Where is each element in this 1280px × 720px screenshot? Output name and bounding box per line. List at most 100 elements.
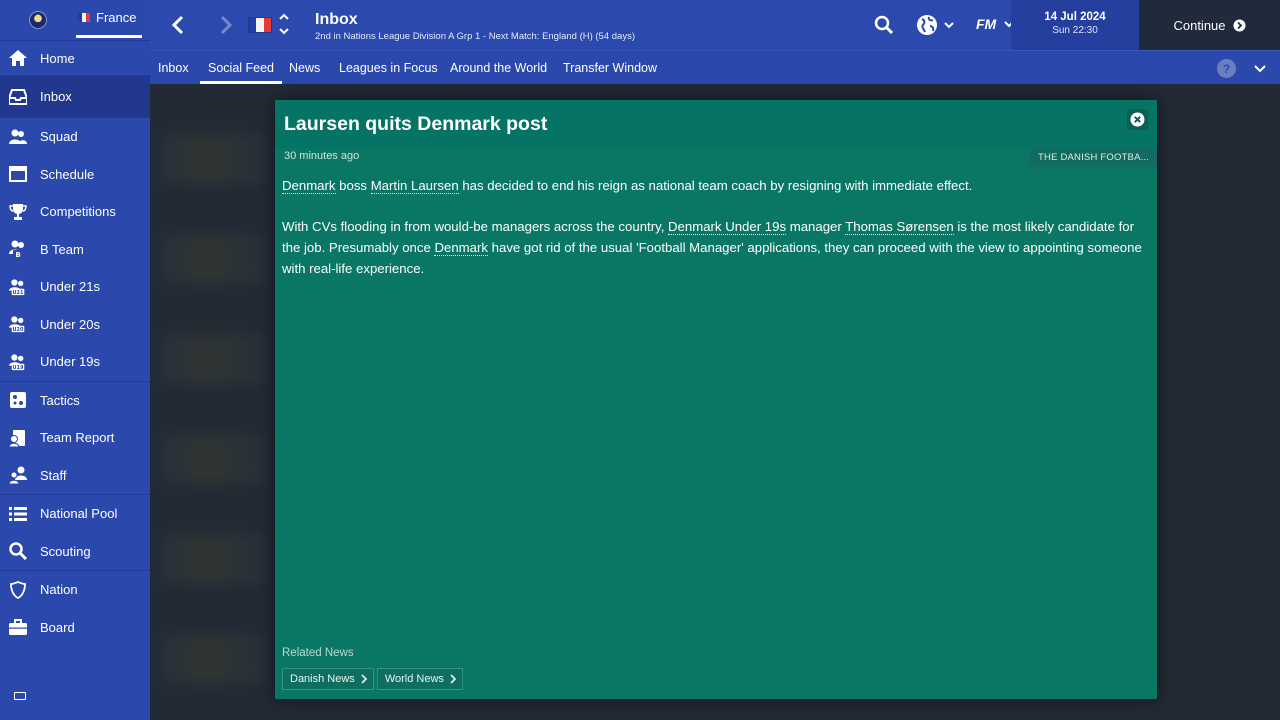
sidebar-item-nation[interactable]: Nation (0, 571, 150, 609)
sidebar-item-label: Schedule (40, 166, 95, 182)
country-label: France (96, 10, 137, 25)
help-icon[interactable]: ? (1217, 59, 1236, 78)
trophy-icon (9, 203, 27, 221)
sidebar-item-under-20s[interactable]: U20 Under 20s (0, 306, 150, 344)
tab-news[interactable]: News (289, 61, 320, 75)
france-flag-icon[interactable] (248, 17, 272, 33)
shield-icon (9, 580, 27, 599)
sidebar-item-under-21s[interactable]: U21 Under 21s (0, 268, 150, 306)
link-denmark-under-19s[interactable]: Denmark Under 19s (668, 219, 787, 236)
link-denmark[interactable]: Denmark (282, 178, 336, 194)
related-button-danish-news[interactable]: Danish News (282, 668, 374, 690)
sidebar-item-label: Under 19s (40, 354, 100, 370)
calendar-icon (9, 165, 27, 183)
sidebar-item-team-report[interactable]: Team Report (0, 419, 150, 457)
country-underline (76, 35, 142, 38)
sidebar-item-squad[interactable]: Squad (0, 118, 150, 156)
svg-text:U21: U21 (13, 290, 24, 296)
sidebar-item-label: Competitions (40, 204, 116, 220)
tab-leagues-in-focus[interactable]: Leagues in Focus (339, 61, 438, 75)
page-title-block: Inbox 2nd in Nations League Division A G… (315, 11, 635, 42)
u21-icon: U21 (9, 278, 27, 296)
article-paragraph: Denmark boss Martin Laursen has decided … (282, 178, 973, 194)
chevron-right-icon (361, 674, 367, 684)
forward-arrow-icon[interactable] (214, 14, 236, 36)
back-arrow-icon[interactable] (168, 14, 190, 36)
sidebar-item-schedule[interactable]: Schedule (0, 156, 150, 194)
svg-text:U19: U19 (13, 365, 24, 371)
sidebar-item-label: Scouting (40, 543, 91, 559)
keyboard-icon[interactable] (14, 692, 26, 700)
sidebar-item-label: Board (40, 619, 75, 635)
sidebar-item-national-pool[interactable]: National Pool (0, 495, 150, 533)
team-report-icon (9, 429, 27, 447)
date-display[interactable]: 14 Jul 2024 Sun 22:30 (1011, 0, 1139, 50)
related-news-label: Related News (282, 647, 354, 659)
sidebar-item-staff[interactable]: Staff (0, 457, 150, 495)
search-icon[interactable] (874, 15, 894, 40)
tab-social-feed[interactable]: Social Feed (208, 61, 274, 75)
svg-text:U20: U20 (13, 327, 24, 333)
fm-menu[interactable]: FM (976, 16, 1014, 32)
country-switch[interactable]: France (78, 10, 136, 25)
top-bar: Inbox 2nd in Nations League Division A G… (150, 0, 1280, 50)
link-martin-laursen[interactable]: Martin Laursen (370, 178, 459, 194)
sidebar-item-label: National Pool (40, 506, 118, 522)
sidebar-item-label: Team Report (40, 430, 115, 446)
close-button[interactable] (1127, 109, 1148, 130)
federation-crest-icon[interactable] (29, 11, 47, 29)
page-title: Inbox (315, 11, 358, 28)
sidebar-item-label: Tactics (40, 392, 80, 408)
sidebar-item-home[interactable]: Home (0, 41, 150, 75)
france-flag-icon (78, 13, 90, 22)
tab-bar: Inbox Social Feed News Leagues in Focus … (150, 50, 1280, 84)
sidebar-item-label: Nation (40, 582, 78, 598)
chevron-right-icon (450, 674, 456, 684)
page-subtitle: 2nd in Nations League Division A Grp 1 -… (315, 31, 635, 42)
sidebar-item-label: B Team (40, 241, 84, 257)
globe-menu[interactable] (916, 14, 954, 36)
current-time: Sun 22:30 (1052, 25, 1098, 36)
inbox-icon (9, 88, 27, 106)
link-denmark[interactable]: Denmark (434, 240, 488, 257)
related-news-list: Danish News World News (282, 668, 463, 690)
b-team-icon: B (9, 240, 27, 259)
fm-logo: FM (976, 16, 997, 32)
sidebar-item-scouting[interactable]: Scouting (0, 533, 150, 571)
sidebar-item-tactics[interactable]: Tactics (0, 382, 150, 420)
u19-icon: U19 (9, 353, 27, 371)
news-article-modal: Laursen quits Denmark post 30 minutes ag… (275, 100, 1157, 699)
sidebar-item-b-team[interactable]: B B Team (0, 231, 150, 269)
sidebar-header: France (0, 0, 150, 41)
related-button-world-news[interactable]: World News (376, 668, 463, 690)
tab-inbox[interactable]: Inbox (158, 61, 189, 75)
tab-transfer-window[interactable]: Transfer Window (563, 61, 657, 75)
briefcase-icon (9, 618, 27, 636)
sidebar-item-competitions[interactable]: Competitions (0, 193, 150, 231)
sidebar-item-label: Inbox (40, 89, 72, 104)
sidebar-item-under-19s[interactable]: U19 Under 19s (0, 343, 150, 381)
chevron-down-icon[interactable] (1254, 61, 1266, 79)
article-source[interactable]: THE DANISH FOOTBA... (1026, 148, 1157, 167)
sidebar-item-label: Under 20s (40, 316, 100, 332)
sidebar-item-label: Squad (40, 129, 78, 145)
link-thomas-sorensen[interactable]: Thomas Sørensen (845, 219, 954, 236)
tab-around-the-world[interactable]: Around the World (450, 61, 547, 75)
article-paragraph: With CVs flooding in from would-be manag… (282, 219, 1142, 276)
continue-button[interactable]: Continue (1139, 0, 1280, 50)
sidebar-item-inbox[interactable]: Inbox (0, 76, 150, 117)
sidebar-item-label: Under 21s (40, 279, 100, 295)
close-icon (1130, 112, 1145, 127)
current-date: 14 Jul 2024 (1044, 11, 1106, 23)
sidebar-item-board[interactable]: Board (0, 609, 150, 647)
u20-icon: U20 (9, 315, 27, 333)
globe-icon (917, 15, 937, 35)
staff-icon (9, 466, 27, 485)
home-icon (9, 49, 27, 67)
svg-text:B: B (15, 251, 20, 258)
arrow-circle-icon (1233, 19, 1246, 31)
article-body: Denmark boss Martin Laursen has decided … (282, 176, 1152, 300)
article-time: 30 minutes ago (284, 150, 360, 162)
up-down-arrows-icon[interactable] (278, 11, 290, 37)
continue-label: Continue (1173, 17, 1226, 33)
